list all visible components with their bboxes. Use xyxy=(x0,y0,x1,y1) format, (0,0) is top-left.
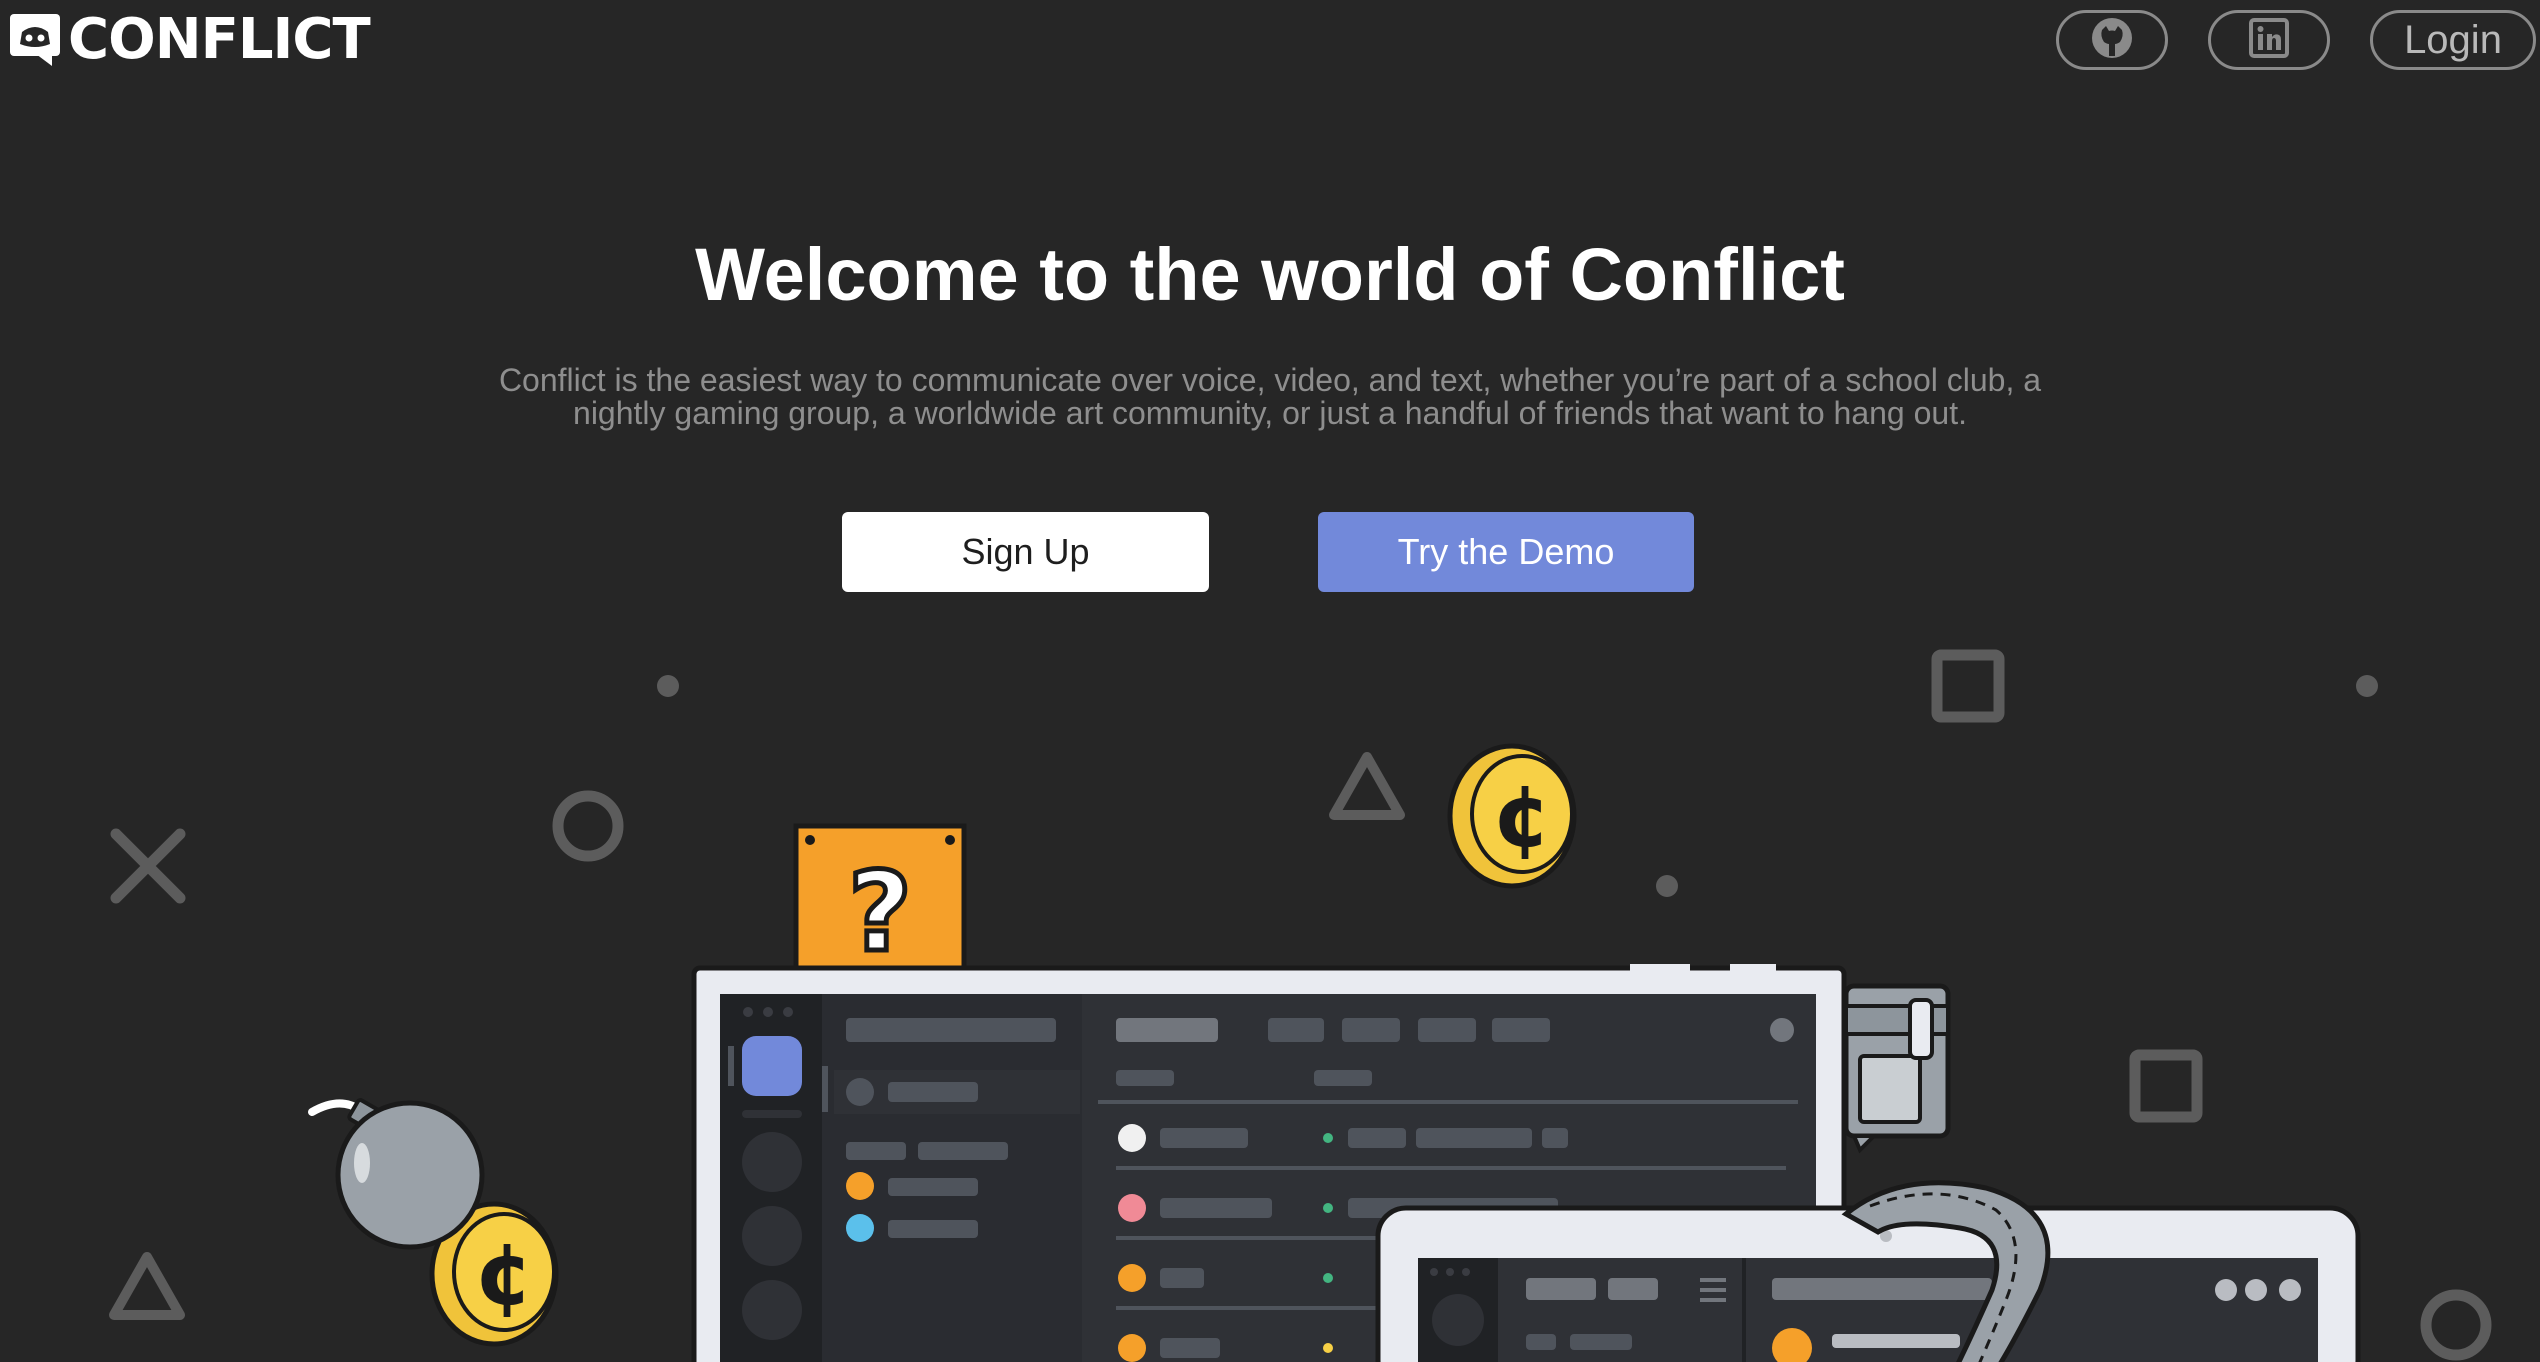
triangle-shape xyxy=(109,1252,185,1320)
bomb-icon xyxy=(308,1098,485,1250)
brand-logo[interactable]: CONFLICT xyxy=(8,7,371,72)
x-shape xyxy=(110,828,186,904)
brand-name: CONFLICT xyxy=(68,7,371,72)
linkedin-icon xyxy=(2249,17,2289,63)
square-shape xyxy=(2129,1049,2203,1123)
square-shape xyxy=(1931,649,2005,723)
signup-button[interactable]: Sign Up xyxy=(842,512,1209,592)
dot-shape xyxy=(2356,675,2378,697)
coin-icon: ¢ xyxy=(1447,743,1577,889)
login-button[interactable]: Login xyxy=(2370,10,2536,70)
github-icon xyxy=(2090,16,2134,65)
dot-shape xyxy=(1656,875,1678,897)
github-button[interactable] xyxy=(2056,10,2168,70)
coin-symbol: ¢ xyxy=(1492,767,1552,867)
triangle-shape xyxy=(1329,752,1405,820)
linkedin-button[interactable] xyxy=(2208,10,2330,70)
try-demo-button[interactable]: Try the Demo xyxy=(1318,512,1694,592)
coin-symbol: ¢ xyxy=(474,1225,534,1325)
hero-description: Conflict is the easiest way to communica… xyxy=(498,362,2042,431)
hero-illustration: ? ¢ ¢ xyxy=(109,649,2492,1362)
question-block: ? xyxy=(793,823,967,979)
question-mark: ? xyxy=(848,848,912,976)
dot-shape xyxy=(657,675,679,697)
page-title: Welcome to the world of Conflict xyxy=(695,233,1845,316)
tablet-mockup xyxy=(1375,1205,2361,1362)
circle-shape xyxy=(552,790,624,862)
circle-shape xyxy=(2420,1289,2492,1361)
chat-bubble-icon xyxy=(1843,983,1951,1154)
logo-icon xyxy=(8,10,64,71)
